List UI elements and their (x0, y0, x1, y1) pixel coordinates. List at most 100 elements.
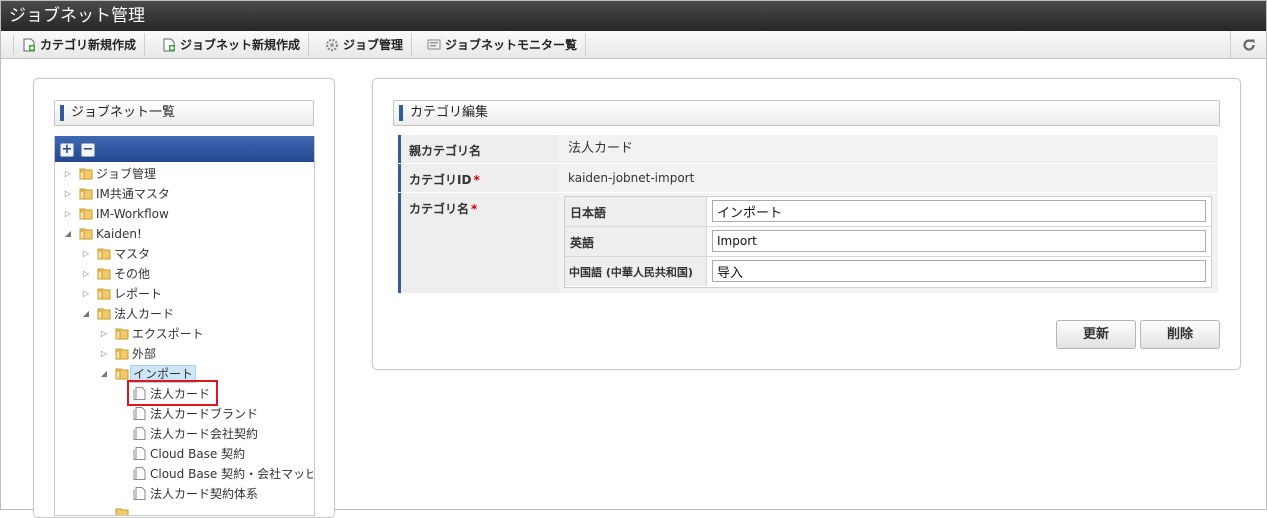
document-icon (133, 487, 146, 500)
highlight-annotation (127, 380, 218, 406)
locale-label-en: 英語 (565, 227, 707, 256)
expand-arrow-icon[interactable]: ▷ (63, 204, 73, 224)
refresh-button[interactable] (1230, 31, 1266, 59)
document-icon (133, 427, 146, 440)
tree-node-label: その他 (114, 267, 151, 281)
locale-label-ja: 日本語 (565, 197, 707, 226)
folder-icon (115, 508, 129, 515)
tree-node[interactable]: ◢ Kaiden! (63, 224, 313, 244)
tree-leaf[interactable]: 法人カード契約体系 (133, 484, 313, 504)
document-icon (133, 467, 146, 480)
delete-button[interactable]: 削除 (1140, 320, 1220, 349)
tree-node[interactable]: ▷ マスタ (81, 244, 313, 264)
category-name-label: カテゴリ名 * (398, 193, 559, 293)
locale-row-ja: 日本語 (565, 197, 1211, 227)
update-button[interactable]: 更新 (1056, 320, 1136, 349)
job-manage-button[interactable]: ジョブ管理 (317, 33, 413, 57)
tree-leaf-label: 法人カード会社契約 (150, 427, 259, 441)
tree-node-label: 法人カード (114, 307, 175, 321)
category-edit-heading: カテゴリ編集 (393, 100, 1220, 126)
folder-icon (97, 268, 111, 280)
tree-node[interactable]: ▷ その他 (81, 264, 313, 284)
collapse-arrow-icon[interactable]: ◢ (81, 304, 91, 324)
app-title: ジョブネット管理 (1, 1, 1266, 31)
collapse-arrow-icon[interactable]: ◢ (99, 364, 109, 384)
tree-leaf-label: Cloud Base 契約 (150, 447, 246, 461)
tree-node-label: IM-Workflow (96, 207, 169, 221)
tree-leaf[interactable]: 法人カード会社契約 (133, 424, 313, 444)
tree-node-label: ジョブ管理 (96, 167, 157, 181)
tree-node-label: Kaiden! (96, 227, 142, 241)
tree-node[interactable]: ◢ 法人カード (81, 304, 313, 324)
tree-header: + − (55, 136, 314, 162)
folder-icon (79, 188, 93, 200)
jobnet-tree: + − ▷ ジョブ管理 ▷ IM共通マスタ ▷ IM-Workflow ◢ Ka… (54, 136, 315, 516)
category-name-ja-input[interactable] (712, 200, 1206, 222)
new-jobnet-label: ジョブネット新規作成 (180, 38, 301, 52)
tree-node-label: IM共通マスタ (96, 187, 170, 201)
locale-name-table: 日本語 英語 中国語 (中華人民共和国) (564, 196, 1212, 288)
tree-leaf[interactable]: 法人カードブランド (133, 404, 313, 424)
collapse-arrow-icon[interactable]: ◢ (63, 224, 73, 244)
required-mark: * (473, 173, 480, 187)
jobnet-monitor-button[interactable]: ジョブネットモニター覧 (419, 33, 587, 57)
tree-leaf-label: 法人カード契約体系 (150, 487, 259, 501)
expand-arrow-icon[interactable]: ▷ (63, 164, 73, 184)
tree-node[interactable]: ▷ ジョブ管理 (63, 164, 313, 184)
tree-leaf-label: 法人カードブランド (150, 407, 259, 421)
folder-icon (97, 288, 111, 300)
collapse-all-button[interactable]: − (81, 143, 95, 157)
new-category-button[interactable]: カテゴリ新規作成 (14, 33, 146, 57)
jobnet-monitor-label: ジョブネットモニター覧 (445, 38, 578, 52)
expand-arrow-icon[interactable]: ▷ (99, 324, 109, 344)
tree-node-label: レポート (114, 287, 163, 301)
tree-node-label: マスタ (114, 247, 151, 261)
form-row-parent: 親カテゴリ名 法人カード (398, 135, 1218, 163)
parent-category-value: 法人カード (568, 141, 634, 156)
locale-label-zh: 中国語 (中華人民共和国) (565, 257, 707, 286)
new-jobnet-button[interactable]: ジョブネット新規作成 (154, 33, 310, 57)
refresh-icon (1242, 39, 1255, 51)
gear-icon (325, 38, 339, 52)
folder-icon (79, 208, 93, 220)
tree-leaf[interactable]: Cloud Base 契約・会社マッピ (133, 464, 313, 484)
tree-leaf[interactable]: Cloud Base 契約 (133, 444, 313, 464)
category-name-label-text: カテゴリ名 (409, 202, 470, 216)
new-document-icon (23, 38, 35, 52)
tree-node[interactable]: ▷ IM-Workflow (63, 204, 313, 224)
document-icon (133, 447, 146, 460)
jobnet-list-panel: ジョブネット一覧 + − ▷ ジョブ管理 ▷ IM共通マスタ ▷ IM-Work… (33, 78, 335, 518)
folder-icon (79, 168, 93, 180)
category-name-zh-input[interactable] (712, 260, 1206, 282)
folder-icon (115, 348, 129, 360)
tree-node[interactable]: ▷ 外部 (99, 344, 313, 364)
expand-arrow-icon[interactable]: ▷ (81, 244, 91, 264)
category-id-label: カテゴリID * (398, 164, 559, 192)
locale-row-en: 英語 (565, 227, 1211, 257)
category-id-value: kaiden-jobnet-import (568, 171, 695, 185)
new-document-icon (163, 38, 175, 52)
tree-node[interactable]: ▷ エクスポート (99, 324, 313, 344)
tree-node-label: エクスポート (132, 327, 204, 341)
document-icon (133, 407, 146, 420)
expand-arrow-icon[interactable]: ▷ (99, 344, 109, 364)
new-category-label: カテゴリ新規作成 (40, 38, 137, 52)
monitor-icon (427, 39, 441, 50)
category-name-en-input[interactable] (712, 230, 1206, 252)
tree-node[interactable]: ▷ IM共通マスタ (63, 184, 313, 204)
expand-arrow-icon[interactable]: ▷ (63, 184, 73, 204)
tree-node[interactable]: ▷ レポート (81, 284, 313, 304)
expand-arrow-icon[interactable]: ▷ (81, 284, 91, 304)
tree-leaf-label: Cloud Base 契約・会社マッピ (150, 467, 313, 481)
jobnet-list-heading: ジョブネット一覧 (54, 100, 314, 126)
category-id-label-text: カテゴリID (409, 173, 472, 187)
form-row-id: カテゴリID * kaiden-jobnet-import (398, 164, 1218, 192)
folder-icon (97, 248, 111, 260)
expand-all-button[interactable]: + (60, 143, 74, 157)
tree-node[interactable] (99, 504, 313, 515)
folder-open-icon (79, 228, 93, 240)
category-edit-panel: カテゴリ編集 親カテゴリ名 法人カード カテゴリID * kaiden-jobne… (372, 78, 1241, 370)
job-manage-label: ジョブ管理 (343, 38, 404, 52)
expand-arrow-icon[interactable]: ▷ (81, 264, 91, 284)
parent-category-label: 親カテゴリ名 (398, 135, 559, 163)
